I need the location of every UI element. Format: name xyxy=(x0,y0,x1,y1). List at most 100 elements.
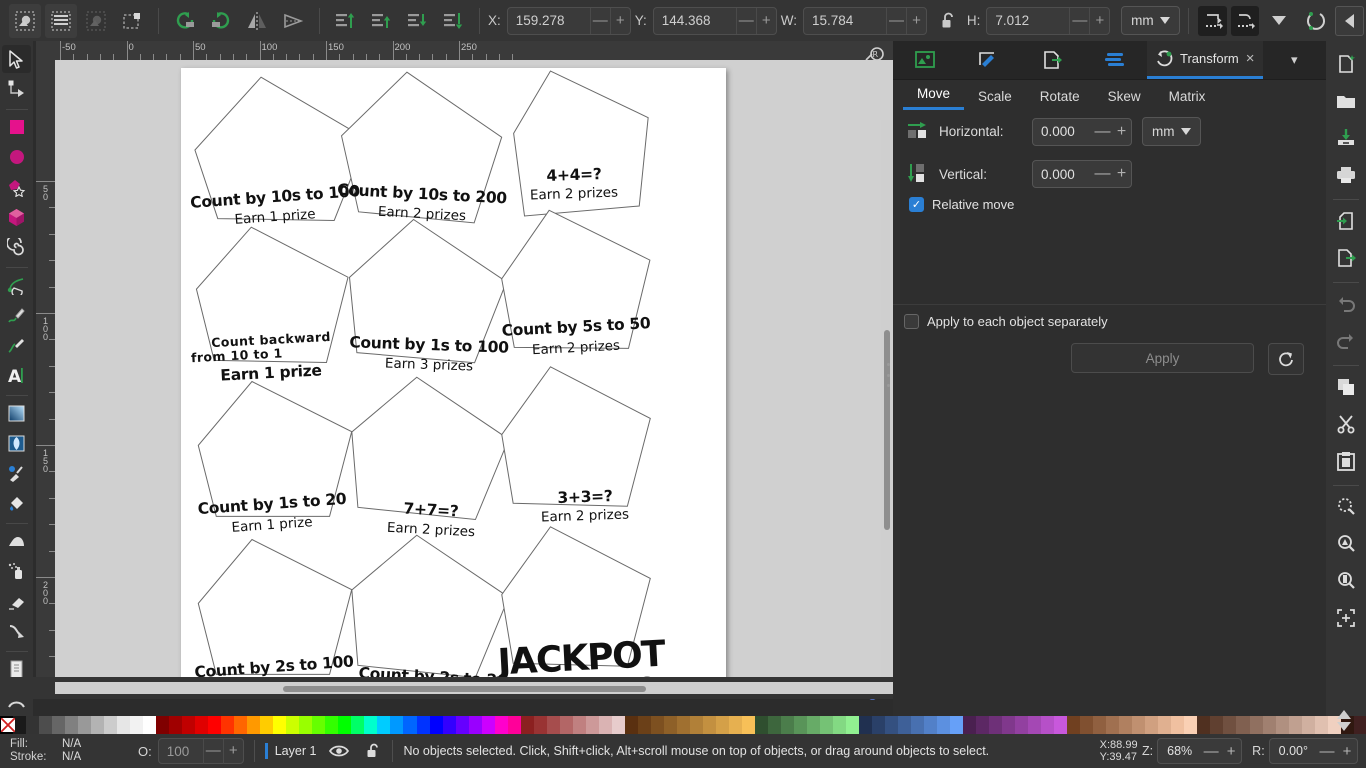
palette-swatch[interactable] xyxy=(677,716,690,734)
palette-swatch[interactable] xyxy=(963,716,976,734)
palette-swatch[interactable] xyxy=(443,716,456,734)
opacity-decrement[interactable]: — xyxy=(203,738,223,764)
palette-swatch[interactable] xyxy=(169,716,182,734)
palette-swatch[interactable] xyxy=(976,716,989,734)
palette-swatch[interactable] xyxy=(547,716,560,734)
palette-swatch[interactable] xyxy=(78,716,91,734)
palette-swatch[interactable] xyxy=(807,716,820,734)
palette-swatch[interactable] xyxy=(91,716,104,734)
palette-swatch[interactable] xyxy=(885,716,898,734)
star-tool[interactable] xyxy=(2,173,31,201)
bezier-pen-tool[interactable] xyxy=(2,271,31,299)
rotation-increment[interactable]: + xyxy=(1337,743,1357,760)
reset-button[interactable] xyxy=(1268,343,1304,375)
palette-swatch[interactable] xyxy=(469,716,482,734)
tweak-tool[interactable] xyxy=(2,527,31,555)
layer-indicator[interactable]: Layer 1 xyxy=(265,743,383,759)
palette-swatch[interactable] xyxy=(1093,716,1106,734)
connector-tool[interactable] xyxy=(2,618,31,646)
palette-swatch[interactable] xyxy=(39,716,52,734)
toolbar-overflow-button[interactable] xyxy=(1263,4,1295,38)
palette-swatch[interactable] xyxy=(729,716,742,734)
palette-swatch[interactable] xyxy=(52,716,65,734)
palette-swatch[interactable] xyxy=(247,716,260,734)
palette-swatch[interactable] xyxy=(846,716,859,734)
palette-swatch[interactable] xyxy=(299,716,312,734)
palette-swatch[interactable] xyxy=(950,716,963,734)
palette-swatch[interactable] xyxy=(312,716,325,734)
palette-swatch[interactable] xyxy=(1145,716,1158,734)
palette-swatch[interactable] xyxy=(508,716,521,734)
palette-swatch[interactable] xyxy=(820,716,833,734)
palette-swatch[interactable] xyxy=(560,716,573,734)
select-all-objects-button[interactable] xyxy=(9,4,41,38)
horizontal-input[interactable]: 0.000 — + xyxy=(1032,118,1132,146)
sub-tab-skew[interactable]: Skew xyxy=(1094,89,1155,110)
mesh-gradient-tool[interactable] xyxy=(2,429,31,457)
palette-swatch[interactable] xyxy=(755,716,768,734)
new-document-button[interactable] xyxy=(1330,47,1362,81)
w-input[interactable]: 15.784 xyxy=(804,13,886,28)
palette-swatch[interactable] xyxy=(872,716,885,734)
h-input[interactable]: 7.012 xyxy=(987,13,1069,28)
palette-swatch[interactable] xyxy=(612,716,625,734)
palette-swatch[interactable] xyxy=(1302,716,1315,734)
eye-icon[interactable] xyxy=(329,744,349,758)
palette-swatch[interactable] xyxy=(260,716,273,734)
palette-swatch[interactable] xyxy=(1250,716,1263,734)
palette-swatch[interactable] xyxy=(898,716,911,734)
cut-button[interactable] xyxy=(1330,407,1362,441)
spray-tool[interactable] xyxy=(2,558,31,586)
unit-selector[interactable]: mm xyxy=(1121,6,1180,35)
palette-swatch[interactable] xyxy=(1197,716,1210,734)
sub-tab-move[interactable]: Move xyxy=(903,86,964,110)
palette-swatch[interactable] xyxy=(1106,716,1119,734)
palette-swatch[interactable] xyxy=(104,716,117,734)
palette-swatch[interactable] xyxy=(1054,716,1067,734)
spiral-tool[interactable] xyxy=(2,234,31,262)
rotation-value[interactable]: 0.00° xyxy=(1270,744,1317,758)
vertical-value[interactable]: 0.000 xyxy=(1033,167,1093,182)
copy-button[interactable] xyxy=(1330,370,1362,404)
palette-swatch[interactable] xyxy=(638,716,651,734)
palette-swatch[interactable] xyxy=(781,716,794,734)
palette-swatch[interactable] xyxy=(1119,716,1132,734)
node-tool[interactable] xyxy=(2,75,31,103)
h-decrement[interactable]: — xyxy=(1069,8,1089,34)
zoom-value[interactable]: 68% xyxy=(1158,744,1201,758)
dock-drag-handle[interactable] xyxy=(884,363,892,387)
paste-button[interactable] xyxy=(1330,444,1362,478)
pencil-tool[interactable] xyxy=(2,301,31,329)
dropper-tool[interactable] xyxy=(2,460,31,488)
vertical-decrement[interactable]: — xyxy=(1093,165,1112,183)
palette-swatch[interactable] xyxy=(651,716,664,734)
opacity-increment[interactable]: + xyxy=(223,738,243,764)
y-decrement[interactable]: — xyxy=(736,8,756,34)
palette-swatch[interactable] xyxy=(1002,716,1015,734)
sub-tab-matrix[interactable]: Matrix xyxy=(1155,89,1220,110)
palette-swatch[interactable] xyxy=(625,716,638,734)
x-input[interactable]: 159.278 xyxy=(508,13,590,28)
zoom-fit-button[interactable] xyxy=(1330,601,1362,635)
close-icon[interactable]: × xyxy=(1246,50,1255,67)
palette-swatch[interactable] xyxy=(1263,716,1276,734)
w-decrement[interactable]: — xyxy=(886,8,906,34)
selection-box-button[interactable] xyxy=(116,4,148,38)
palette-swatch[interactable] xyxy=(1028,716,1041,734)
palette-swatch[interactable] xyxy=(156,716,169,734)
affect-rounded-corners-button[interactable] xyxy=(1231,6,1260,36)
collapse-dock-button[interactable] xyxy=(1335,6,1364,36)
vertical-ruler[interactable]: 50100150200 xyxy=(36,60,55,677)
palette-swatch[interactable] xyxy=(573,716,586,734)
palette-swatch[interactable] xyxy=(495,716,508,734)
y-increment[interactable]: + xyxy=(756,8,776,34)
zoom-selection-button[interactable] xyxy=(1330,490,1362,524)
palette-swatch[interactable] xyxy=(338,716,351,734)
rotate-90-cw-button[interactable] xyxy=(205,4,237,38)
palette-swatch[interactable] xyxy=(1171,716,1184,734)
print-button[interactable] xyxy=(1330,158,1362,192)
tab-objects[interactable] xyxy=(893,41,957,79)
palette-scroll-buttons[interactable] xyxy=(1326,706,1362,734)
palette-swatch[interactable] xyxy=(273,716,286,734)
w-increment[interactable]: + xyxy=(906,8,926,34)
